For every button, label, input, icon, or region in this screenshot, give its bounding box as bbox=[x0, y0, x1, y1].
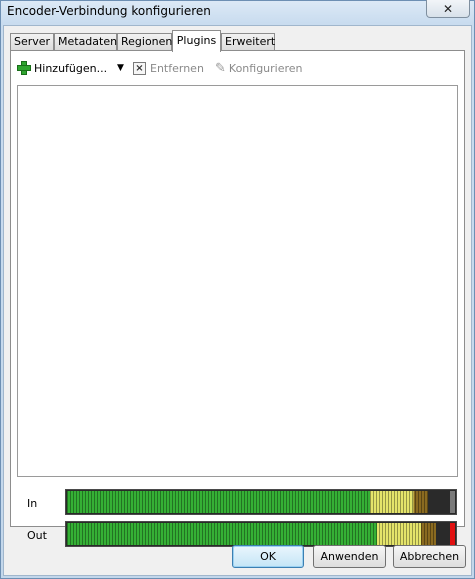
apply-button[interactable]: Anwenden bbox=[313, 545, 386, 568]
dialog-client-area: Server Metadaten Regionen Plugins Erweit… bbox=[3, 25, 472, 576]
window-title: Encoder-Verbindung konfigurieren bbox=[7, 4, 211, 18]
tab-plugins[interactable]: Plugins bbox=[172, 30, 221, 52]
level-meter-out bbox=[65, 521, 457, 547]
meter-label-in: In bbox=[27, 497, 38, 510]
plugins-toolbar: Hinzufügen... ▼ × Entfernen ✎ Konfigurie… bbox=[17, 59, 457, 77]
level-meter-in-right bbox=[67, 502, 455, 513]
level-meter-out-left bbox=[67, 523, 455, 534]
tab-erweitert[interactable]: Erweitert bbox=[221, 33, 275, 50]
cancel-button[interactable]: Abbrechen bbox=[393, 545, 466, 568]
ok-button[interactable]: OK bbox=[232, 545, 304, 568]
plugin-list[interactable] bbox=[17, 85, 458, 477]
x-icon: × bbox=[133, 61, 146, 75]
remove-plugin-button[interactable]: × Entfernen bbox=[133, 59, 204, 77]
close-button[interactable]: ✕ bbox=[426, 0, 470, 18]
close-icon: ✕ bbox=[442, 1, 454, 16]
configure-plugin-label: Konfigurieren bbox=[228, 61, 303, 75]
add-plugin-dropdown-button[interactable]: ▼ bbox=[113, 59, 124, 77]
dialog-window: Encoder-Verbindung konfigurieren ✕ Serve… bbox=[0, 0, 475, 579]
meter-label-out: Out bbox=[27, 529, 47, 542]
configure-plugin-button[interactable]: ✎ Konfigurieren bbox=[215, 59, 303, 77]
pencil-icon: ✎ bbox=[215, 60, 226, 76]
plus-icon bbox=[17, 61, 31, 75]
level-meter-in bbox=[65, 489, 457, 515]
chevron-down-icon: ▼ bbox=[117, 63, 124, 73]
plugins-panel: Hinzufügen... ▼ × Entfernen ✎ Konfigurie… bbox=[10, 50, 466, 547]
add-plugin-button[interactable]: Hinzufügen... bbox=[17, 59, 107, 77]
level-meter-in-left bbox=[67, 491, 455, 502]
meter-row-in: In bbox=[11, 489, 466, 517]
tab-server[interactable]: Server bbox=[10, 33, 54, 50]
add-plugin-label: Hinzufügen... bbox=[34, 61, 108, 75]
remove-plugin-label: Entfernen bbox=[150, 61, 204, 75]
tab-metadaten[interactable]: Metadaten bbox=[54, 33, 117, 50]
tab-regionen[interactable]: Regionen bbox=[117, 33, 172, 50]
level-meter-out-right bbox=[67, 534, 455, 545]
